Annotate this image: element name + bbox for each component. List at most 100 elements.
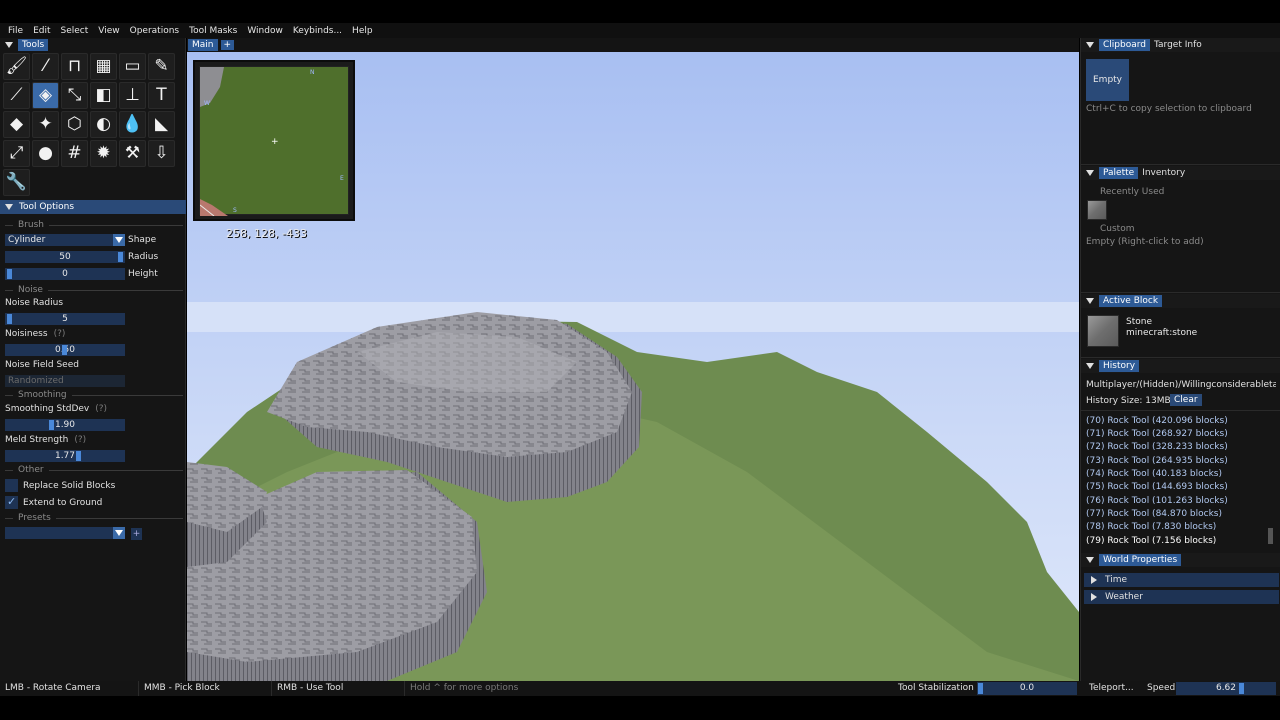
line-tool-icon[interactable]: ⤡ (61, 82, 88, 109)
history-item[interactable]: (72) Rock Tool (328.233 blocks) (1086, 442, 1228, 452)
tab-tools[interactable]: Tools (18, 39, 49, 51)
add-tab-button[interactable]: + (220, 40, 235, 50)
left-panel: Tools 🖌 ⁄ ⊓ ▦ ▭ ✎ ⟋ ◈ ⤡ ◧ ⊥ T ◆ ✦ ⬡ ◐ 💧 … (0, 38, 186, 681)
menu-operations[interactable]: Operations (125, 26, 184, 36)
checker-dither-icon[interactable]: ▦ (90, 53, 117, 80)
menu-help[interactable]: Help (347, 26, 378, 36)
stone-block-icon[interactable] (1087, 200, 1107, 220)
noisiness-label: Noisiness (?) (5, 329, 66, 339)
meld-strength-slider[interactable]: 1.77 (5, 450, 125, 462)
history-item[interactable]: (70) Rock Tool (420.096 blocks) (1086, 416, 1228, 426)
text-tool-icon[interactable]: T (148, 82, 175, 109)
clear-history-button[interactable]: Clear (1170, 394, 1202, 406)
terrain-arrow-icon[interactable]: ⇩ (148, 140, 175, 167)
presets-select[interactable] (5, 527, 125, 539)
collapse-arrow-icon[interactable] (1086, 42, 1094, 48)
ice-block-icon[interactable]: ◈ (32, 82, 59, 109)
history-item[interactable]: (74) Rock Tool (40.183 blocks) (1086, 469, 1222, 479)
time-row[interactable]: Time (1084, 573, 1279, 587)
extend-ground-checkbox[interactable] (5, 495, 18, 509)
console-icon[interactable]: ▭ (119, 53, 146, 80)
other-section: Other (5, 465, 183, 475)
help-hint[interactable]: (?) (74, 435, 86, 445)
smooth-circle-icon[interactable]: ● (32, 140, 59, 167)
stabilization-slider[interactable]: 0.0 (977, 682, 1077, 695)
erode-icon[interactable]: ◣ (148, 111, 175, 138)
collapse-arrow-icon[interactable] (5, 42, 13, 48)
smoothing-stddev-slider[interactable]: 1.90 (5, 419, 125, 431)
collapse-arrow-icon (5, 204, 13, 210)
pencil-icon[interactable]: ✎ (148, 53, 175, 80)
paintbrush-icon[interactable]: 🖌 (3, 53, 30, 80)
menu-window[interactable]: Window (242, 26, 288, 36)
tab-clipboard[interactable]: Clipboard (1099, 39, 1150, 51)
expand-arrow-icon (1091, 576, 1097, 584)
menu-tool-masks[interactable]: Tool Masks (184, 26, 242, 36)
help-hint[interactable]: (?) (95, 404, 107, 414)
presets-section: Presets (5, 513, 183, 523)
noise-seed-field: Randomized (5, 375, 125, 387)
mesh-grid-icon[interactable]: # (61, 140, 88, 167)
tab-target-info[interactable]: Target Info (1150, 39, 1206, 51)
extend-ground-label: Extend to Ground (23, 498, 103, 508)
status-bar: LMB - Rotate Camera MMB - Pick Block RMB… (0, 681, 1280, 696)
add-preset-button[interactable]: + (131, 528, 142, 540)
menu-edit[interactable]: Edit (28, 26, 55, 36)
teleport-button[interactable]: Teleport... (1084, 681, 1138, 696)
noisiness-slider[interactable]: 0.50 (5, 344, 125, 356)
history-scrollbar[interactable] (1268, 528, 1273, 544)
collapse-arrow-icon[interactable] (1086, 298, 1094, 304)
history-item[interactable]: (71) Rock Tool (268.927 blocks) (1086, 429, 1228, 439)
stamp-icon[interactable]: ⊥ (119, 82, 146, 109)
menu-view[interactable]: View (93, 26, 124, 36)
tools-panel-header: Tools (0, 38, 185, 52)
bucket-fill-icon[interactable]: ◐ (90, 111, 117, 138)
chevron-down-icon[interactable] (113, 234, 125, 246)
help-hint[interactable]: (?) (54, 329, 66, 339)
drop-icon[interactable]: 💧 (119, 111, 146, 138)
wrench-icon[interactable]: 🔧 (3, 169, 30, 196)
collapse-arrow-icon[interactable] (1086, 363, 1094, 369)
history-item[interactable]: (77) Rock Tool (84.870 blocks) (1086, 509, 1222, 519)
collapse-arrow-icon[interactable] (1086, 170, 1094, 176)
radius-slider[interactable]: 50 (5, 251, 125, 263)
tab-main[interactable]: Main (188, 39, 218, 51)
history-item[interactable]: (78) Rock Tool (7.830 blocks) (1086, 522, 1216, 532)
wireframe-cube-icon[interactable]: ⬡ (61, 111, 88, 138)
height-slider[interactable]: 0 (5, 268, 125, 280)
menu-select[interactable]: Select (56, 26, 94, 36)
paint-roller-icon[interactable]: ⊓ (61, 53, 88, 80)
active-block-title: Active Block (1099, 295, 1163, 307)
menu-keybinds[interactable]: Keybinds... (288, 26, 347, 36)
history-item-current[interactable]: (79) Rock Tool (7.156 blocks) (1086, 536, 1216, 546)
replace-solid-checkbox[interactable] (5, 479, 18, 492)
hammer-icon[interactable]: ⚒ (119, 140, 146, 167)
tool-grid: 🖌 ⁄ ⊓ ▦ ▭ ✎ ⟋ ◈ ⤡ ◧ ⊥ T ◆ ✦ ⬡ ◐ 💧 ◣ ⤢ ● … (3, 53, 175, 196)
brush-icon[interactable]: ⁄ (32, 53, 59, 80)
speed-slider[interactable]: 6.62 (1176, 682, 1276, 695)
history-item[interactable]: (75) Rock Tool (144.693 blocks) (1086, 482, 1228, 492)
status-mmb: MMB - Pick Block (139, 681, 272, 696)
paint-shapes-icon[interactable]: ✦ (32, 111, 59, 138)
noise-radius-slider[interactable]: 5 (5, 313, 125, 325)
history-size: History Size: 13MB (1086, 396, 1171, 406)
weather-row[interactable]: Weather (1084, 590, 1279, 604)
clipboard-slot[interactable]: Empty (1086, 59, 1129, 101)
chevron-down-icon[interactable] (113, 527, 125, 539)
cube-icon[interactable]: ◧ (90, 82, 117, 109)
menu-file[interactable]: File (3, 26, 28, 36)
shapes-icon[interactable]: ◆ (3, 111, 30, 138)
tool-options-header[interactable]: Tool Options (0, 200, 186, 214)
collapse-arrow-icon[interactable] (1086, 557, 1094, 563)
tab-inventory[interactable]: Inventory (1138, 167, 1189, 179)
history-item[interactable]: (73) Rock Tool (264.935 blocks) (1086, 456, 1228, 466)
history-item[interactable]: (76) Rock Tool (101.263 blocks) (1086, 496, 1228, 506)
slash-arrow-icon[interactable]: ⤢ (3, 140, 30, 167)
history-path: Multiplayer/(Hidden)/Willingconsiderable… (1086, 380, 1276, 390)
shape-select[interactable]: Cylinder (5, 234, 125, 246)
tab-palette[interactable]: Palette (1099, 167, 1139, 179)
replace-solid-label: Replace Solid Blocks (23, 481, 116, 491)
eyedropper-icon[interactable]: ⟋ (3, 82, 30, 109)
starburst-icon[interactable]: ✹ (90, 140, 117, 167)
minimap[interactable]: N W E S + (193, 60, 355, 221)
